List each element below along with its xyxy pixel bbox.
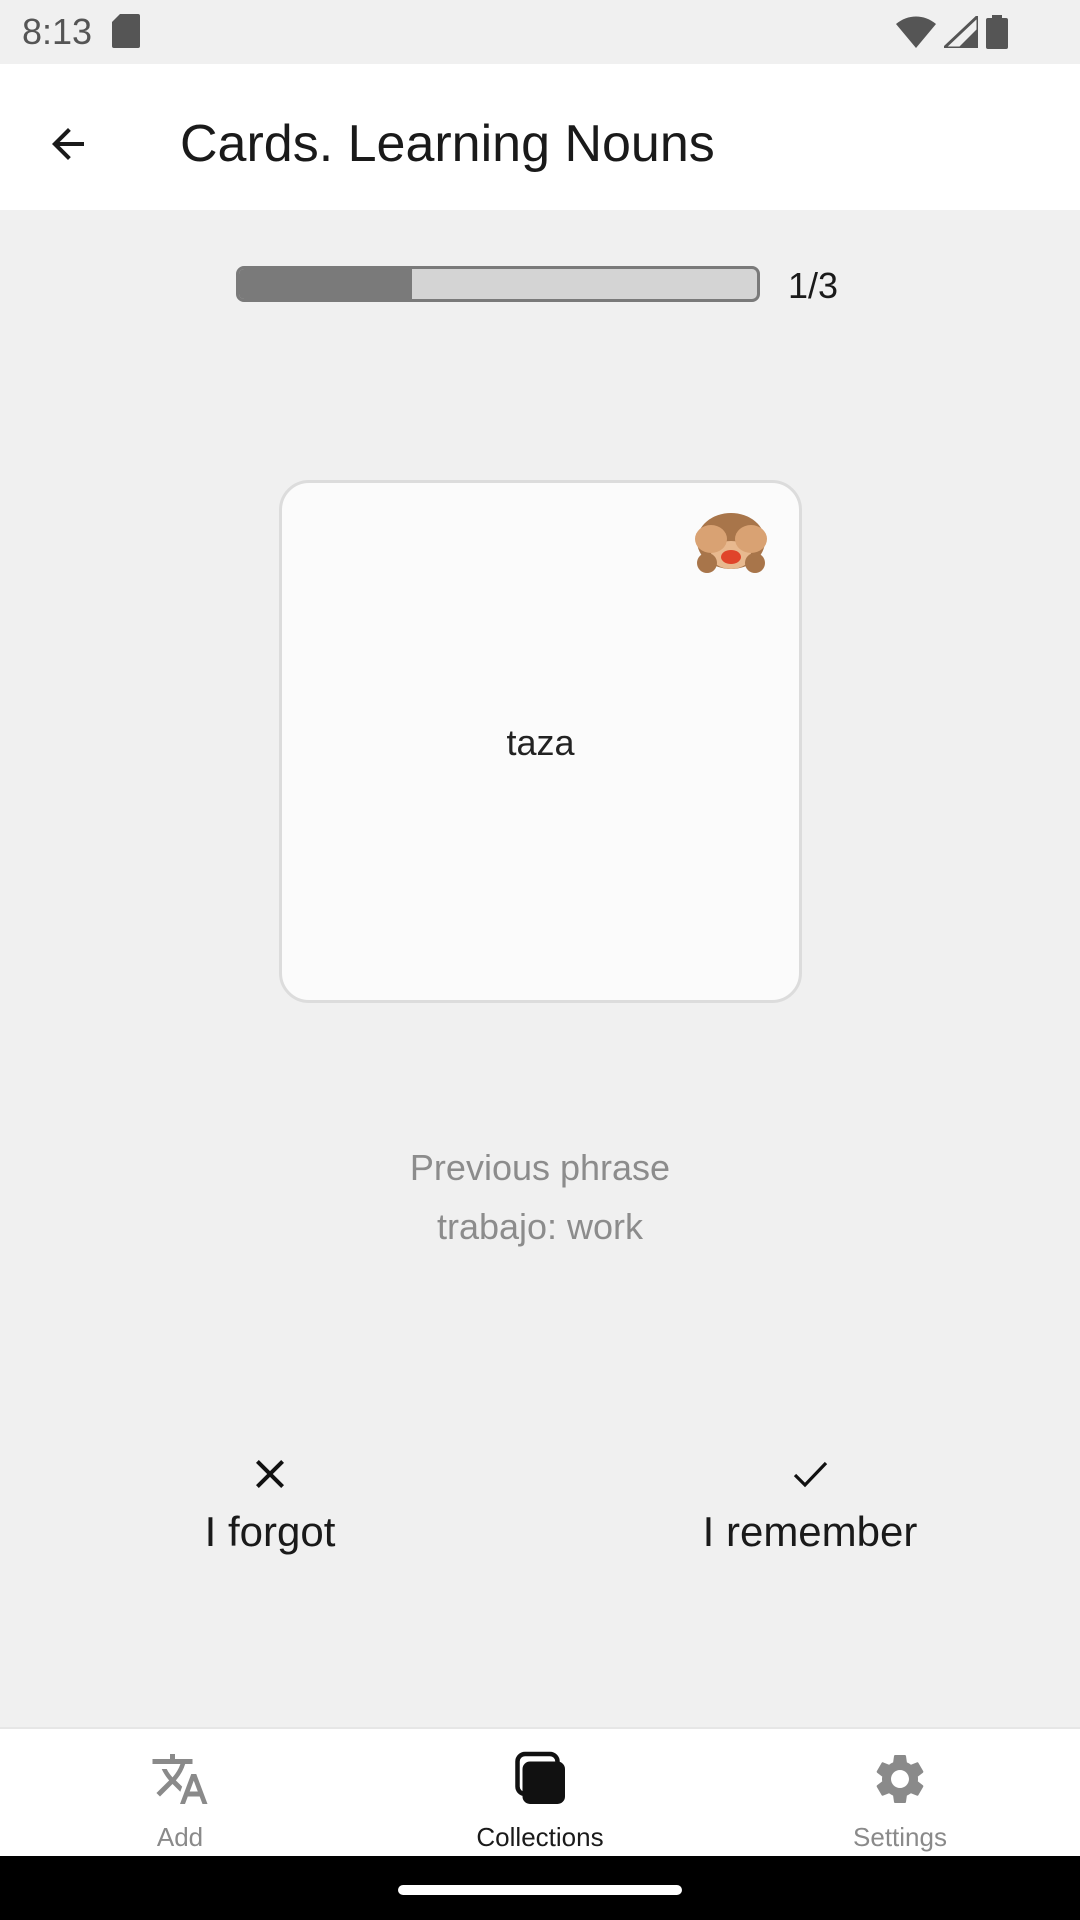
page-title: Cards. Learning Nouns: [180, 115, 715, 173]
status-time: 8:13: [22, 11, 93, 52]
remember-label: I remember: [702, 1508, 918, 1555]
previous-phrase-label: Previous phrase: [409, 1147, 671, 1188]
card-word: taza: [506, 722, 575, 763]
nav-item-settings[interactable]: Settings: [780, 1729, 1020, 1856]
close-icon: [256, 1460, 284, 1488]
collections-icon: [515, 1751, 565, 1804]
app-bar: Cards. Learning Nouns: [0, 64, 1080, 210]
forgot-label: I forgot: [204, 1508, 336, 1555]
cellular-signal-icon: [944, 16, 978, 48]
remember-button[interactable]: I remember: [640, 1440, 980, 1570]
nav-label-settings: Settings: [853, 1822, 947, 1852]
wifi-icon: [896, 16, 936, 48]
battery-icon: [986, 15, 1008, 49]
system-gesture-bar: [0, 1856, 1080, 1920]
nav-item-add[interactable]: Add: [60, 1729, 300, 1856]
forgot-button[interactable]: I forgot: [100, 1440, 440, 1570]
progress-bar: [236, 266, 760, 302]
bottom-navigation: Add Collections Settings: [0, 1727, 1080, 1858]
progress-count: 1/3: [788, 265, 839, 306]
translate-icon: [152, 1754, 208, 1804]
see-no-evil-monkey-icon[interactable]: [693, 511, 769, 575]
gear-icon: [876, 1755, 924, 1803]
back-button[interactable]: [28, 104, 108, 184]
arrow-back-icon: [52, 128, 84, 160]
progress-fill: [239, 269, 412, 299]
flash-card[interactable]: taza: [279, 480, 802, 1003]
status-bar: 8:13: [0, 0, 1080, 64]
nav-label-add: Add: [156, 1822, 204, 1852]
check-icon: [793, 1461, 828, 1488]
sd-card-icon: [112, 14, 140, 48]
previous-phrase-value: trabajo: work: [436, 1206, 644, 1247]
home-gesture-handle[interactable]: [398, 1885, 682, 1895]
nav-item-collections[interactable]: Collections: [420, 1729, 660, 1856]
status-icons: [896, 12, 1008, 52]
nav-label-collections: Collections: [476, 1822, 604, 1852]
